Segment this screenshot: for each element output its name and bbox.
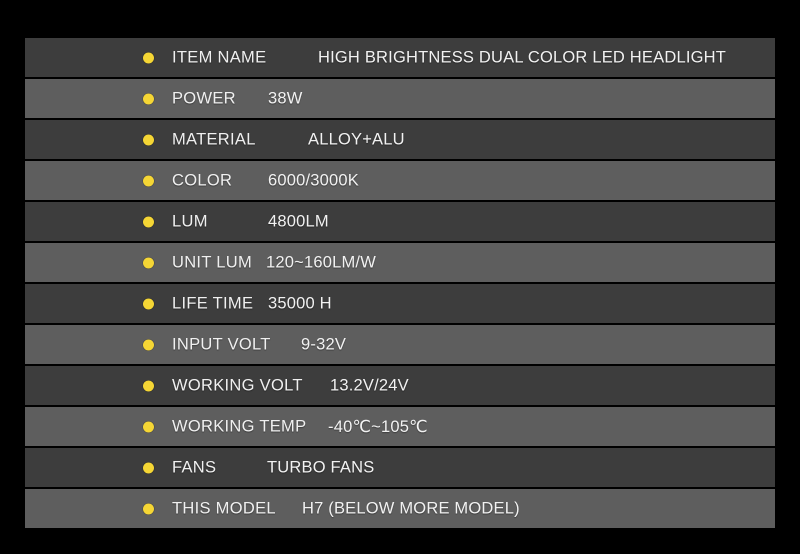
spec-label: WORKING VOLT [172, 376, 303, 394]
spec-row: WORKING VOLT 13.2V/24V [25, 366, 775, 405]
spec-label: LUM [172, 212, 208, 230]
bullet-icon [143, 257, 154, 268]
spec-label: INPUT VOLT [172, 335, 271, 353]
spec-label: THIS MODEL [172, 499, 276, 517]
spec-table: ITEM NAME HIGH BRIGHTNESS DUAL COLOR LED … [25, 38, 775, 530]
bullet-icon [143, 52, 154, 63]
spec-row: COLOR 6000/3000K [25, 161, 775, 200]
spec-value: 13.2V/24V [330, 376, 409, 394]
bullet-icon [143, 462, 154, 473]
bullet-icon [143, 380, 154, 391]
spec-row: THIS MODEL H7 (BELOW MORE MODEL) [25, 489, 775, 528]
spec-row: LUM 4800LM [25, 202, 775, 241]
spec-row: UNIT LUM 120~160LM/W [25, 243, 775, 282]
spec-row: ITEM NAME HIGH BRIGHTNESS DUAL COLOR LED … [25, 38, 775, 77]
spec-label: COLOR [172, 171, 233, 189]
spec-value: ALLOY+ALU [308, 130, 405, 148]
bullet-icon [143, 216, 154, 227]
spec-label: FANS [172, 458, 217, 476]
spec-label: POWER [172, 89, 236, 107]
spec-label: MATERIAL [172, 130, 256, 148]
spec-value: 120~160LM/W [266, 253, 376, 271]
spec-value: 9-32V [301, 335, 347, 353]
bullet-icon [143, 175, 154, 186]
bullet-icon [143, 421, 154, 432]
spec-label: ITEM NAME [172, 48, 267, 66]
spec-row: LIFE TIME 35000 H [25, 284, 775, 323]
spec-value: 4800LM [268, 212, 329, 230]
spec-row: WORKING TEMP -40℃~105℃ [25, 407, 775, 446]
spec-row: MATERIAL ALLOY+ALU [25, 120, 775, 159]
spec-row: POWER 38W [25, 79, 775, 118]
bullet-icon [143, 339, 154, 350]
spec-value: 38W [268, 89, 303, 107]
bullet-icon [143, 134, 154, 145]
bullet-icon [143, 298, 154, 309]
spec-value: TURBO FANS [267, 458, 375, 476]
spec-row: INPUT VOLT 9-32V [25, 325, 775, 364]
spec-label: LIFE TIME [172, 294, 254, 312]
product-spec-panel: ITEM NAME HIGH BRIGHTNESS DUAL COLOR LED … [0, 0, 800, 554]
spec-value: HIGH BRIGHTNESS DUAL COLOR LED HEADLIGHT [318, 48, 727, 66]
spec-value: 35000 H [268, 294, 332, 312]
spec-row: FANS TURBO FANS [25, 448, 775, 487]
spec-value: H7 (BELOW MORE MODEL) [302, 499, 520, 517]
bullet-icon [143, 503, 154, 514]
bullet-icon [143, 93, 154, 104]
spec-value: 6000/3000K [268, 171, 360, 189]
spec-label: UNIT LUM [172, 253, 253, 271]
spec-label: WORKING TEMP [172, 417, 307, 435]
spec-value: -40℃~105℃ [328, 417, 428, 436]
